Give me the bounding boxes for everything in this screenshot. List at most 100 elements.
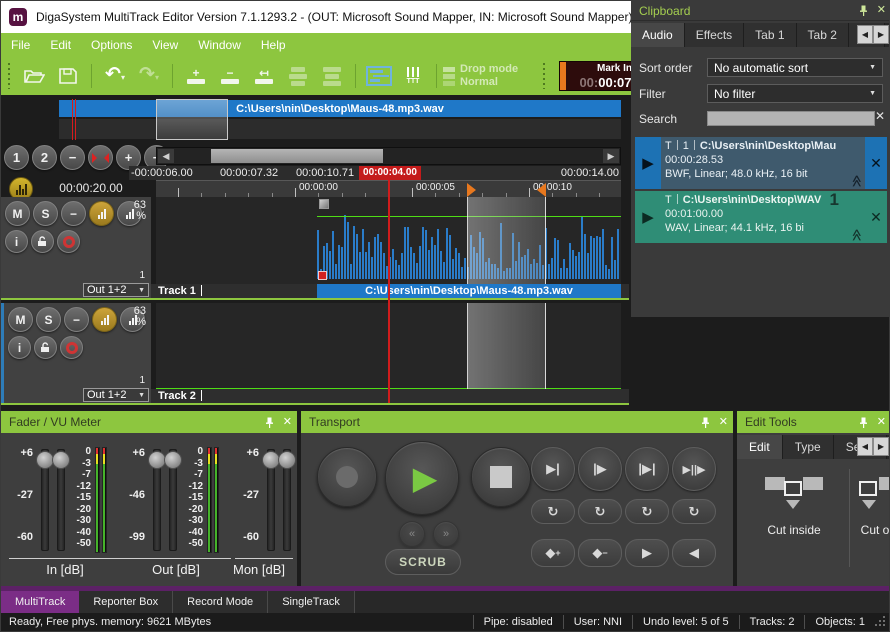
track2-mute-button[interactable]: M: [8, 307, 33, 332]
object-gain-handle[interactable]: [319, 199, 329, 209]
open-file-button[interactable]: [17, 61, 51, 91]
track2-info-button[interactable]: i: [8, 336, 31, 359]
play-to-mark-button[interactable]: ▶|: [531, 447, 575, 491]
tab-reporter-box[interactable]: Reporter Box: [79, 591, 173, 613]
pin-icon[interactable]: [859, 417, 868, 428]
loop-3-button[interactable]: ↻: [625, 499, 669, 524]
record-button[interactable]: [317, 447, 377, 507]
track2-record-button[interactable]: [60, 336, 83, 359]
cut-inside-tool[interactable]: [765, 473, 823, 509]
play-button[interactable]: ▶: [385, 441, 459, 515]
tab-scroll-left[interactable]: ◀: [857, 25, 873, 44]
track1-output-select[interactable]: Out 1+2 ▼: [83, 283, 149, 297]
toolbar-grip[interactable]: [541, 63, 547, 89]
pin-icon[interactable]: [265, 417, 274, 428]
previous-marker-button[interactable]: ◀: [672, 539, 716, 567]
overview-view-window[interactable]: [156, 99, 228, 140]
menu-help[interactable]: Help: [251, 38, 296, 52]
tab-tab2[interactable]: Tab 2: [797, 23, 849, 47]
remove-track-button[interactable]: −: [213, 61, 247, 91]
track2-name[interactable]: Track 2: [158, 390, 196, 402]
menu-view[interactable]: View: [142, 38, 188, 52]
track1-lock-button[interactable]: [31, 230, 54, 253]
track1-waveform-button[interactable]: [89, 201, 114, 226]
clipboard-item[interactable]: ▶ TC:\Users\nin\Desktop\WAV 00:01:00.00 …: [635, 191, 887, 243]
cut-outside-tool[interactable]: [859, 473, 890, 509]
collapse-chevron-icon[interactable]: ≫: [850, 229, 864, 242]
save-button[interactable]: [51, 61, 85, 91]
track2-output-select[interactable]: Out 1+2 ▼: [83, 388, 149, 402]
text-view-button[interactable]: TTT: [396, 61, 430, 91]
remove-item-button[interactable]: ✕: [865, 137, 887, 189]
track2-solo-button[interactable]: S: [36, 307, 61, 332]
redo-button[interactable]: ↷▾: [132, 61, 166, 91]
track1-object-title-bar[interactable]: C:\Users\nin\Desktop\Maus-48.mp3.wav: [317, 284, 621, 298]
tab-scroll-right[interactable]: ▶: [873, 437, 889, 456]
track1-mute-button[interactable]: M: [5, 201, 30, 226]
filter-select[interactable]: No filter ▼: [707, 84, 883, 103]
scrub-button[interactable]: SCRUB: [385, 549, 461, 575]
tab-tab1[interactable]: Tab 1: [744, 23, 796, 47]
scroll-right-arrow[interactable]: ▶: [603, 149, 619, 163]
remove-item-button[interactable]: ✕: [865, 191, 887, 243]
play-around-button[interactable]: ▶||▶: [672, 447, 716, 491]
tab-edit[interactable]: Edit: [737, 435, 783, 459]
remove-marker-button[interactable]: ◆−: [578, 539, 622, 567]
tab-scroll-right[interactable]: ▶: [873, 25, 889, 44]
menu-window[interactable]: Window: [188, 38, 251, 52]
sort-order-select[interactable]: No automatic sort ▼: [707, 58, 883, 77]
fader-in-right-knob[interactable]: [52, 451, 70, 469]
add-marker-button[interactable]: ◆+: [531, 539, 575, 567]
play-button[interactable]: ▶: [635, 191, 661, 243]
fader-out-right-knob[interactable]: [164, 451, 182, 469]
scrollbar-thumb[interactable]: [211, 149, 383, 163]
zoom-preset-2-button[interactable]: 2: [32, 145, 57, 170]
timeline-scrollbar[interactable]: ◀ ▶: [156, 147, 621, 165]
tab-singletrack[interactable]: SingleTrack: [268, 591, 355, 613]
tab-type[interactable]: Type: [783, 435, 834, 459]
overview-track2-row[interactable]: [59, 119, 621, 139]
close-icon[interactable]: ✕: [877, 416, 886, 428]
drop-mode-control[interactable]: Drop mode Normal: [443, 63, 518, 89]
menu-file[interactable]: File: [1, 38, 40, 52]
scroll-left-arrow[interactable]: ◀: [158, 149, 174, 163]
timeline-playhead[interactable]: [388, 180, 390, 403]
resize-grip[interactable]: [883, 624, 885, 626]
track2-waveform-button[interactable]: [92, 307, 117, 332]
expand-tracks-button[interactable]: [281, 61, 315, 91]
collapse-chevron-icon[interactable]: ≫: [850, 175, 864, 188]
tab-record-mode[interactable]: Record Mode: [173, 591, 268, 613]
close-icon[interactable]: ✕: [877, 4, 886, 16]
search-input[interactable]: [707, 111, 875, 126]
track1-info-button[interactable]: i: [5, 230, 28, 253]
toolbar-grip[interactable]: [6, 63, 12, 89]
overview-playhead[interactable]: [72, 99, 76, 140]
add-track-button[interactable]: +: [179, 61, 213, 91]
search-clear-icon[interactable]: ✕: [875, 109, 885, 123]
track2-collapse-button[interactable]: −: [64, 307, 89, 332]
object-view-button[interactable]: [362, 61, 396, 91]
insert-track-button[interactable]: ↤: [247, 61, 281, 91]
loop-2-button[interactable]: ↻: [578, 499, 622, 524]
next-marker-button[interactable]: ▶: [625, 539, 669, 567]
play-from-mark-button[interactable]: |▶: [578, 447, 622, 491]
track2-lock-button[interactable]: [34, 336, 57, 359]
track1-record-button[interactable]: [57, 230, 80, 253]
loop-4-button[interactable]: ↻: [672, 499, 716, 524]
track1-solo-button[interactable]: S: [33, 201, 58, 226]
track1-name[interactable]: Track 1: [158, 285, 196, 297]
pin-icon[interactable]: [859, 5, 868, 16]
tab-scroll-left[interactable]: ◀: [857, 437, 873, 456]
collapse-tracks-button[interactable]: [315, 61, 349, 91]
undo-button[interactable]: ↶▾: [98, 61, 132, 91]
overview-file-bar[interactable]: C:\Users\nin\Desktop\Maus-48.mp3.wav: [59, 100, 621, 117]
stop-button[interactable]: [471, 447, 531, 507]
clipboard-item[interactable]: ▶ T1C:\Users\nin\Desktop\Mau 00:00:28.53…: [635, 137, 887, 189]
object-fade-handle[interactable]: [318, 271, 327, 280]
rewind-button[interactable]: «: [399, 521, 425, 547]
mark-in-flag[interactable]: [467, 183, 476, 197]
menu-options[interactable]: Options: [81, 38, 142, 52]
tab-effects[interactable]: Effects: [685, 23, 744, 47]
tab-multitrack[interactable]: MultiTrack: [1, 591, 79, 613]
selection-region-track2[interactable]: [467, 303, 546, 389]
